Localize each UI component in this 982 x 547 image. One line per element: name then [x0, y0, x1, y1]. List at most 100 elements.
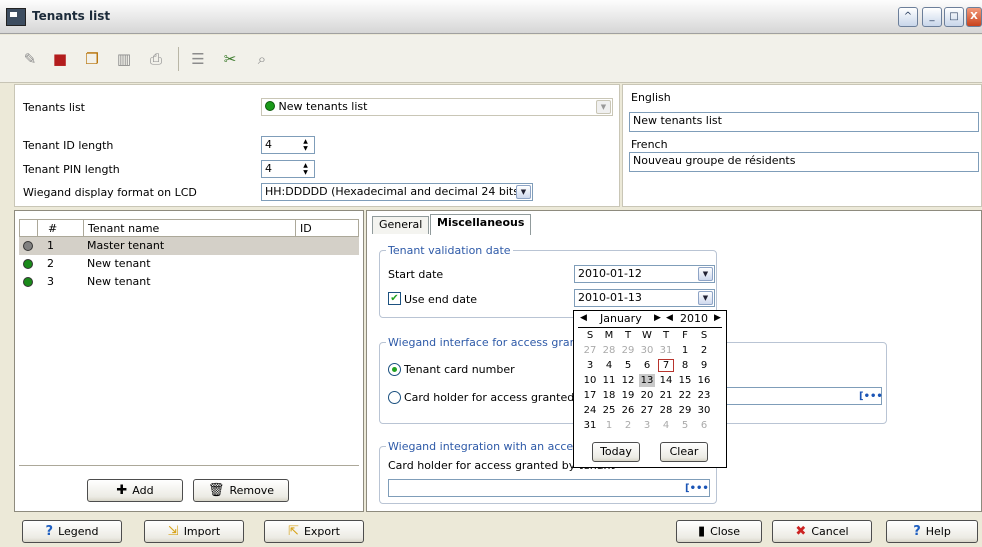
calendar-day[interactable]: 26: [620, 404, 636, 417]
calendar-day[interactable]: 14: [658, 374, 674, 387]
export-button[interactable]: ⇱ Export: [264, 520, 364, 543]
print-icon[interactable]: ⎙: [146, 49, 166, 69]
new-icon[interactable]: ✎: [20, 49, 40, 69]
calendar-day[interactable]: 31: [582, 419, 598, 432]
calendar-day[interactable]: 5: [677, 419, 693, 432]
prev-month-icon[interactable]: ◀: [580, 313, 587, 323]
calendar-day[interactable]: 4: [658, 419, 674, 432]
spinner-icon[interactable]: ▲ ▼: [298, 138, 313, 152]
calendar-day[interactable]: 31: [658, 344, 674, 357]
calendar-day[interactable]: 18: [601, 389, 617, 402]
calendar-day[interactable]: 24: [582, 404, 598, 417]
calendar-day[interactable]: 5: [620, 359, 636, 372]
use-end-date-checkbox[interactable]: ✔: [388, 292, 401, 305]
remove-button[interactable]: 🗑 Remove: [193, 479, 289, 502]
calendar-day[interactable]: 22: [677, 389, 693, 402]
tools-icon[interactable]: ✂: [220, 49, 240, 69]
calendar-day[interactable]: 30: [696, 404, 712, 417]
calendar-day[interactable]: 6: [696, 419, 712, 432]
end-date-picker[interactable]: 2010-01-13 ▼: [574, 289, 715, 307]
header-id[interactable]: ID: [296, 220, 360, 237]
calendar-day[interactable]: 28: [658, 404, 674, 417]
import-button[interactable]: ⇲ Import: [144, 520, 244, 543]
chevron-down-icon[interactable]: ▼: [698, 267, 713, 281]
cancel-button[interactable]: ✖ Cancel: [772, 520, 872, 543]
prev-year-icon[interactable]: ◀: [666, 313, 673, 323]
calendar-day[interactable]: 27: [582, 344, 598, 357]
card-holder-field[interactable]: [•••: [700, 387, 883, 405]
spinner-icon[interactable]: ▲ ▼: [298, 162, 313, 176]
calendar-day[interactable]: 25: [601, 404, 617, 417]
cancel-icon: ✖: [795, 524, 807, 539]
header-number[interactable]: #: [38, 220, 84, 237]
calendar-day[interactable]: 8: [677, 359, 693, 372]
calendar-day[interactable]: 1: [677, 344, 693, 357]
find-icon[interactable]: ⌕: [252, 49, 272, 69]
delete-icon[interactable]: ▥: [114, 49, 134, 69]
calendar-day[interactable]: 23: [696, 389, 712, 402]
calendar-day[interactable]: 15: [677, 374, 693, 387]
calendar-day[interactable]: 19: [620, 389, 636, 402]
calendar-day[interactable]: 6: [639, 359, 655, 372]
calendar-day[interactable]: 4: [601, 359, 617, 372]
save-icon[interactable]: ■: [50, 49, 70, 69]
calendar-day[interactable]: 29: [620, 344, 636, 357]
card-holder-by-tenant-field[interactable]: [•••: [388, 479, 710, 497]
tab-general[interactable]: General: [372, 216, 430, 234]
calendar-day[interactable]: 7: [658, 359, 674, 372]
calendar-day[interactable]: 20: [639, 389, 655, 402]
help-button[interactable]: ? Help: [886, 520, 978, 543]
chevron-down-icon[interactable]: ▼: [596, 100, 611, 114]
calendar-day[interactable]: 2: [696, 344, 712, 357]
start-date-picker[interactable]: 2010-01-12 ▼: [574, 265, 715, 283]
tab-miscellaneous[interactable]: Miscellaneous: [430, 214, 532, 235]
calendar-month[interactable]: January: [600, 312, 642, 325]
restore-icon[interactable]: ^: [898, 7, 918, 27]
tenant-id-length-stepper[interactable]: 4 ▲ ▼: [261, 136, 315, 154]
calendar-day[interactable]: 2: [620, 419, 636, 432]
clear-button[interactable]: Clear: [660, 442, 708, 462]
calendar-day[interactable]: 11: [601, 374, 617, 387]
tenant-pin-length-stepper[interactable]: 4 ▲ ▼: [261, 160, 315, 178]
table-row[interactable]: 2 New tenant: [19, 255, 359, 273]
next-year-icon[interactable]: ▶: [714, 313, 721, 323]
calendar-day[interactable]: 29: [677, 404, 693, 417]
add-button[interactable]: ✚ Add: [87, 479, 183, 502]
close-window-button[interactable]: X: [966, 7, 982, 27]
list-icon[interactable]: ☰: [188, 49, 208, 69]
browse-icon[interactable]: [•••: [685, 481, 709, 497]
table-row[interactable]: 3 New tenant: [19, 273, 359, 291]
tenant-card-number-radio[interactable]: [388, 363, 401, 376]
close-button[interactable]: ▮ Close: [676, 520, 762, 543]
french-field[interactable]: Nouveau groupe de résidents: [629, 152, 979, 172]
calendar-day[interactable]: 13: [639, 374, 655, 387]
calendar-day[interactable]: 1: [601, 419, 617, 432]
legend-button[interactable]: ? Legend: [22, 520, 122, 543]
wiegand-format-select[interactable]: HH:DDDDD (Hexadecimal and decimal 24 bit…: [261, 183, 533, 201]
english-field[interactable]: New tenants list: [629, 112, 979, 132]
chevron-down-icon[interactable]: ▼: [698, 291, 713, 305]
calendar-day[interactable]: 28: [601, 344, 617, 357]
tenants-list-field[interactable]: New tenants list ▼: [261, 98, 613, 116]
chevron-down-icon[interactable]: ▼: [516, 185, 531, 199]
header-tenant-name[interactable]: Tenant name: [84, 220, 296, 237]
maximize-button[interactable]: □: [944, 7, 964, 27]
calendar-day[interactable]: 3: [639, 419, 655, 432]
calendar-day[interactable]: 3: [582, 359, 598, 372]
calendar-day[interactable]: 27: [639, 404, 655, 417]
next-month-icon[interactable]: ▶: [654, 313, 661, 323]
calendar-day[interactable]: 9: [696, 359, 712, 372]
minimize-button[interactable]: _: [922, 7, 942, 27]
table-row[interactable]: 1 Master tenant: [19, 237, 359, 255]
today-button[interactable]: Today: [592, 442, 640, 462]
calendar-day[interactable]: 10: [582, 374, 598, 387]
calendar-day[interactable]: 12: [620, 374, 636, 387]
calendar-day[interactable]: 30: [639, 344, 655, 357]
calendar-year[interactable]: 2010: [680, 312, 708, 325]
calendar-day[interactable]: 21: [658, 389, 674, 402]
browse-icon[interactable]: [•••: [859, 389, 883, 405]
copy-icon[interactable]: ❐: [82, 49, 102, 69]
calendar-day[interactable]: 16: [696, 374, 712, 387]
calendar-day[interactable]: 17: [582, 389, 598, 402]
card-holder-radio[interactable]: [388, 391, 401, 404]
